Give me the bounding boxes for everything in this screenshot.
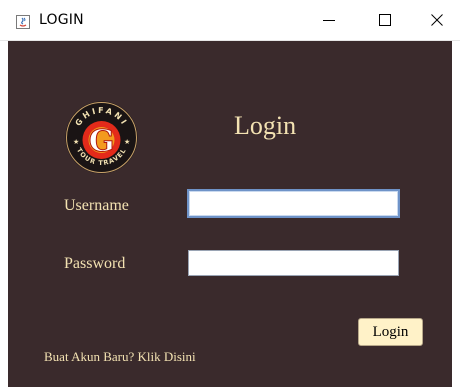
login-panel: GHIFANI TOUR TRAVEL G ★ ★ Login Username… xyxy=(8,41,452,387)
svg-text:★: ★ xyxy=(124,138,130,146)
username-label: Username xyxy=(64,197,129,214)
svg-text:★: ★ xyxy=(73,138,79,146)
username-input[interactable] xyxy=(187,189,400,218)
company-logo: GHIFANI TOUR TRAVEL G ★ ★ xyxy=(64,100,139,175)
maximize-icon xyxy=(379,14,391,26)
title-bar[interactable]: LOGIN xyxy=(0,0,460,41)
svg-text:G: G xyxy=(89,124,115,159)
password-input[interactable] xyxy=(188,250,399,276)
register-link[interactable]: Buat Akun Baru? Klik Disini xyxy=(44,349,196,365)
password-label: Password xyxy=(64,255,126,272)
minimize-button[interactable] xyxy=(306,0,352,40)
login-button[interactable]: Login xyxy=(358,318,423,346)
java-app-icon xyxy=(16,15,30,29)
close-icon xyxy=(431,14,443,26)
close-button[interactable] xyxy=(414,0,460,40)
maximize-button[interactable] xyxy=(362,0,408,40)
login-heading: Login xyxy=(234,111,297,140)
window-title: LOGIN xyxy=(39,12,84,28)
minimize-icon xyxy=(323,20,335,21)
